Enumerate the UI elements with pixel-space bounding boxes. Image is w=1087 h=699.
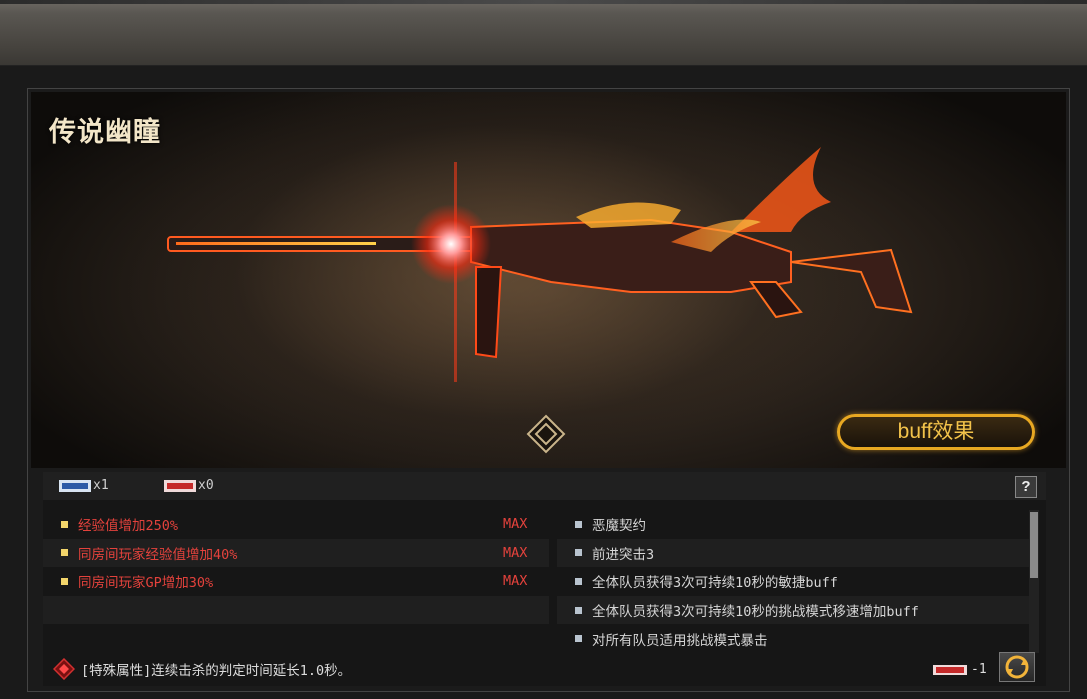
buff-list-scrollbar[interactable] xyxy=(1029,510,1039,653)
weapon-title: 传说幽瞳 xyxy=(49,117,161,148)
list-item: 恶魔契约 xyxy=(557,510,1029,539)
exchange-button[interactable] xyxy=(999,652,1035,682)
cost-value: -1 xyxy=(971,662,987,677)
buff-text: 全体队员获得3次可持续10秒的敏捷buff xyxy=(592,575,838,592)
list-item-empty xyxy=(43,595,549,625)
bullet-icon xyxy=(575,635,582,643)
weapon-artwork xyxy=(167,147,913,382)
bullet-icon xyxy=(61,577,68,585)
attribute-text: 经验值增加250% xyxy=(78,518,179,535)
bullet-icon xyxy=(575,606,582,614)
special-attribute-icon xyxy=(53,658,75,680)
attribute-level: MAX xyxy=(503,544,528,561)
buff-effect-button[interactable]: buff效果 xyxy=(837,414,1035,450)
token-icon-red xyxy=(933,664,967,675)
token-row: x1 x0 ? xyxy=(43,472,1046,500)
token-icon xyxy=(59,479,91,492)
diamond-emblem-icon xyxy=(526,414,566,454)
cost-indicator: -1 xyxy=(933,662,987,677)
bullet-icon xyxy=(61,520,68,528)
buff-text: 全体队员获得3次可持续10秒的挑战模式移速增加buff xyxy=(592,604,919,621)
bullet-icon xyxy=(61,549,68,557)
list-item: 对所有队员适用挑战模式暴击 xyxy=(557,624,1029,653)
token-blue: x1 xyxy=(59,478,109,493)
bullet-icon xyxy=(575,520,582,528)
attribute-level: MAX xyxy=(503,573,528,590)
weapon-showcase: 传说幽瞳 buff效果 xyxy=(31,92,1066,468)
attribute-text: 同房间玩家GP增加30% xyxy=(78,575,214,592)
special-attribute: [特殊属性]连续击杀的判定时间延长1.0秒。 xyxy=(53,658,351,680)
token-icon-red xyxy=(164,479,196,492)
buff-text: 恶魔契约 xyxy=(592,518,646,535)
token-count: x1 xyxy=(93,478,109,493)
exchange-icon xyxy=(1005,655,1029,679)
bullet-icon xyxy=(575,549,582,557)
special-attribute-text: [特殊属性]连续击杀的判定时间延长1.0秒。 xyxy=(81,663,352,679)
list-item: 同房间玩家GP增加30% MAX xyxy=(43,567,549,596)
list-item: 前进突击3 xyxy=(557,538,1029,568)
list-item: 经验值增加250% MAX xyxy=(43,510,549,539)
list-item: 同房间玩家经验值增加40% MAX xyxy=(43,538,549,568)
buff-list: 恶魔契约 前进突击3 全体队员获得3次可持续10秒的敏捷buff 全体队员获得3… xyxy=(557,510,1029,653)
bullet-icon xyxy=(575,577,582,585)
token-count: x0 xyxy=(198,478,214,493)
attribute-text: 同房间玩家经验值增加40% xyxy=(78,546,238,563)
stats-panel: x1 x0 ? 经验值增加250% MAX 同房间玩家经验值增加40% MAX … xyxy=(43,472,1046,686)
top-bar xyxy=(0,0,1087,66)
attribute-level: MAX xyxy=(503,516,528,533)
list-item: 全体队员获得3次可持续10秒的敏捷buff xyxy=(557,567,1029,596)
scrollbar-thumb[interactable] xyxy=(1030,512,1038,578)
buff-text: 对所有队员适用挑战模式暴击 xyxy=(592,632,768,649)
help-button[interactable]: ? xyxy=(1015,476,1037,498)
token-red: x0 xyxy=(164,478,214,493)
list-item: 全体队员获得3次可持续10秒的挑战模式移速增加buff xyxy=(557,595,1029,625)
attribute-list: 经验值增加250% MAX 同房间玩家经验值增加40% MAX 同房间玩家GP增… xyxy=(43,510,549,653)
buff-text: 前进突击3 xyxy=(592,546,655,563)
list-item-empty xyxy=(43,624,549,653)
